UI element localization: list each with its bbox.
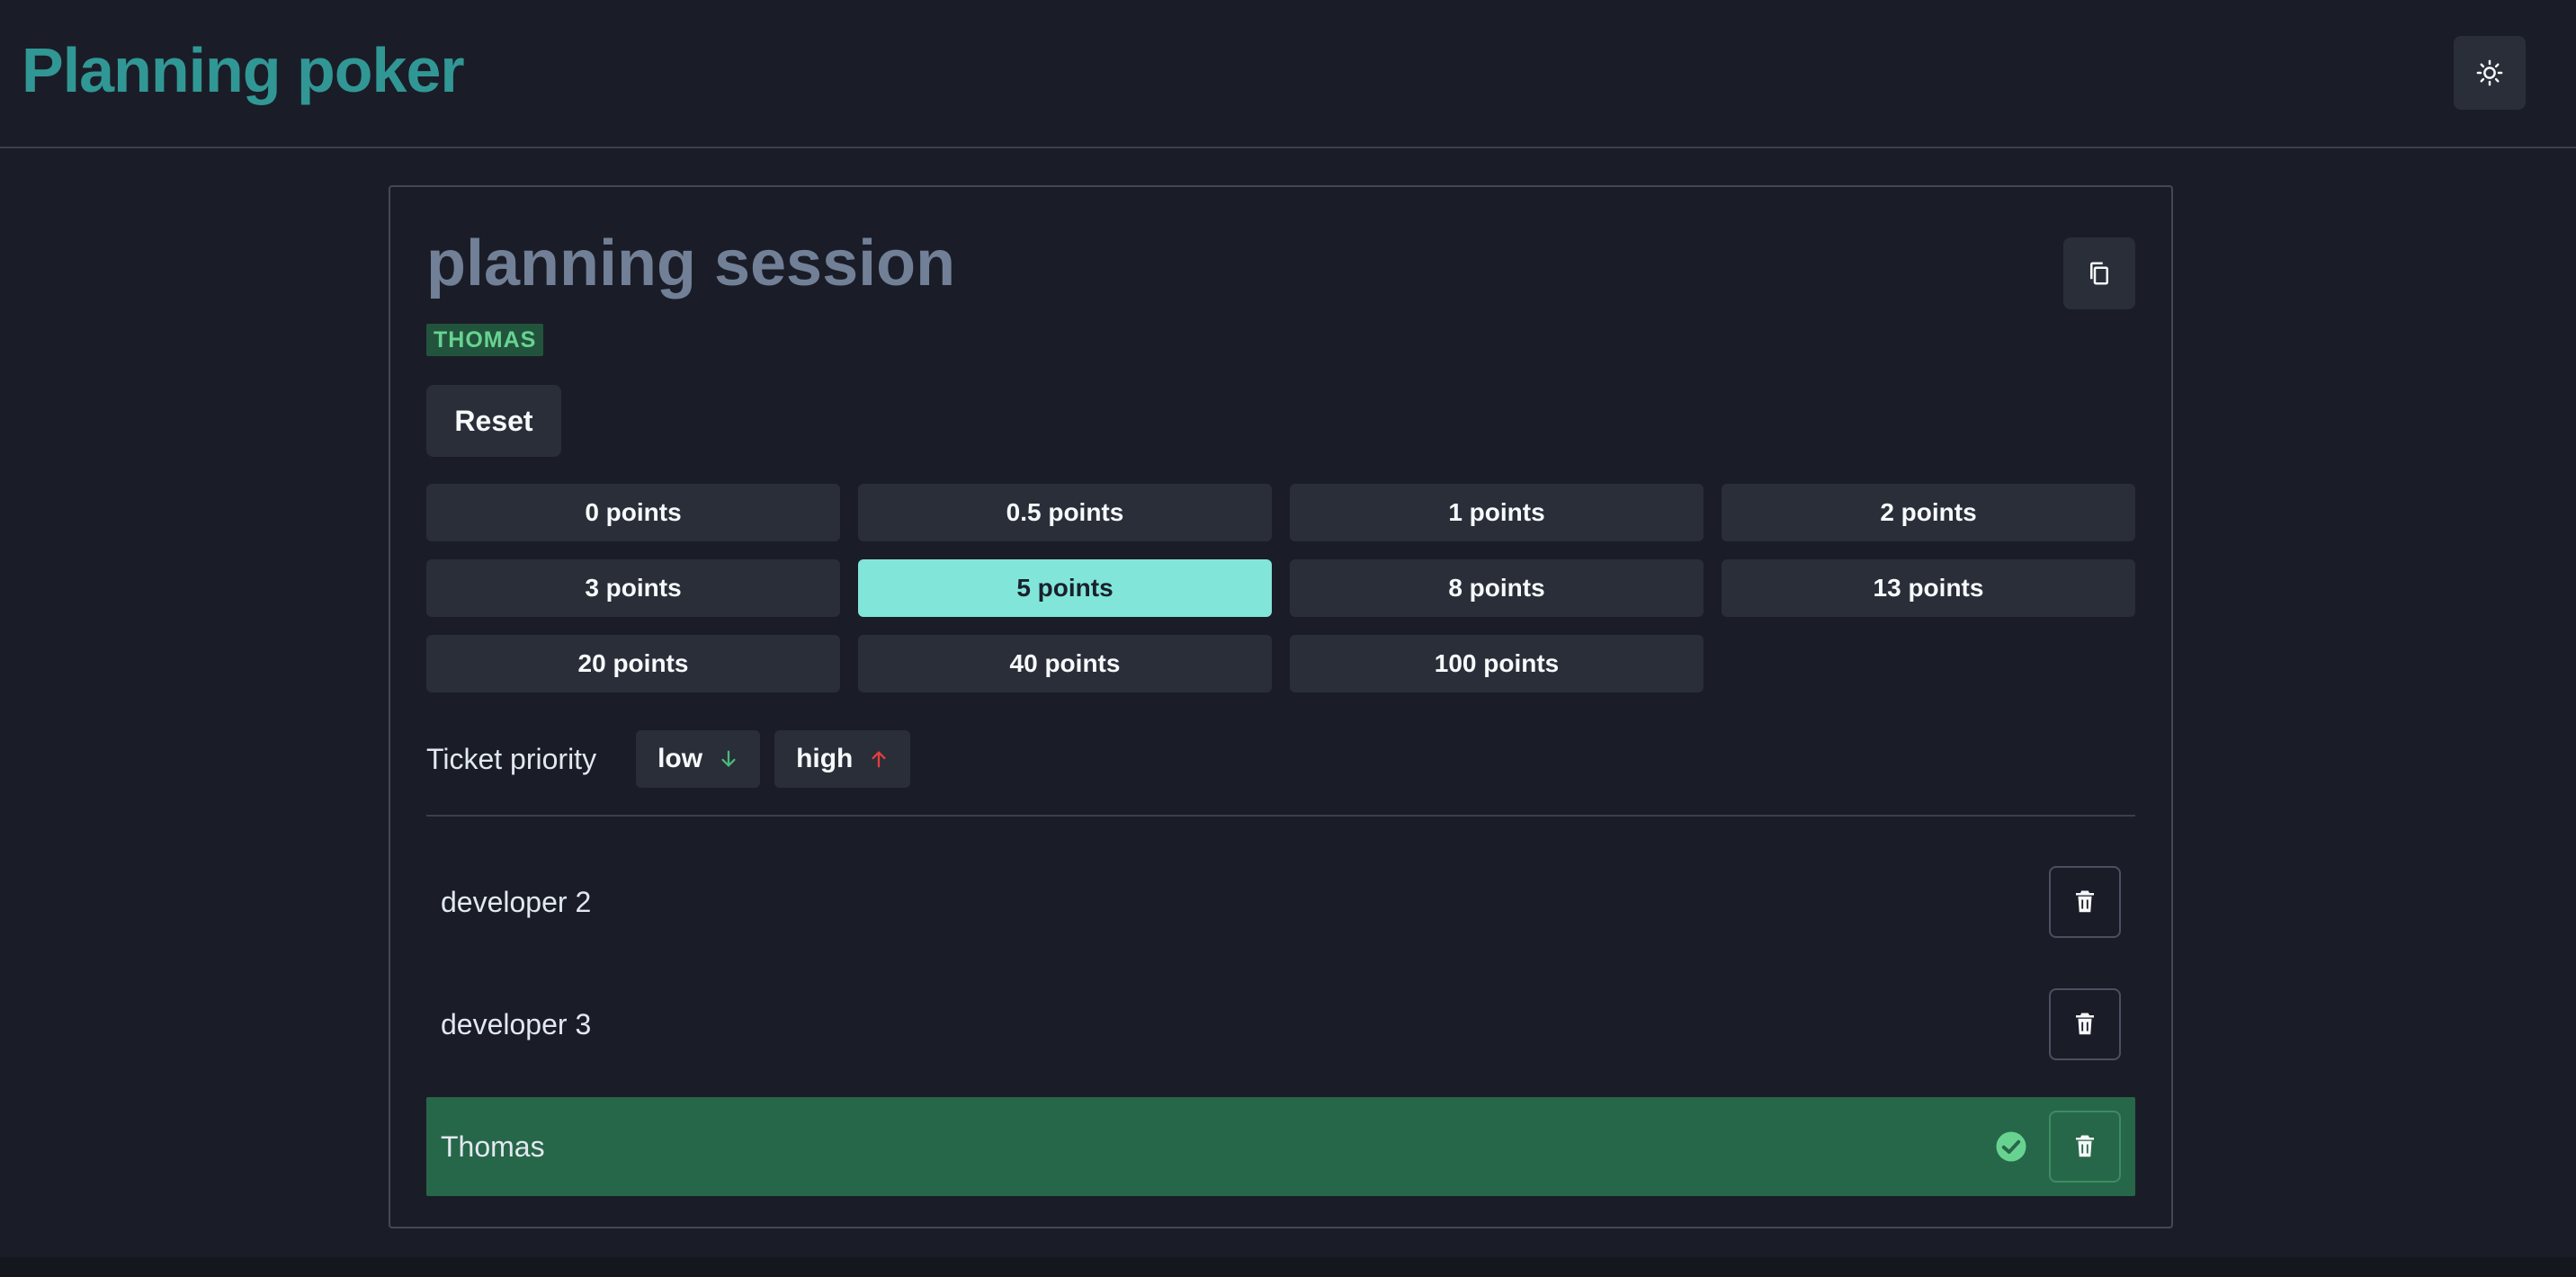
session-card: planning session THOMAS Reset 0 points 0.… — [389, 185, 2173, 1228]
app-header: Planning poker — [0, 0, 2576, 148]
points-button[interactable]: 40 points — [858, 635, 1272, 692]
priority-low-button[interactable]: low — [636, 730, 761, 788]
participant-row: Thomas — [426, 1097, 2135, 1196]
points-button[interactable]: 8 points — [1290, 559, 1704, 617]
points-grid: 0 points 0.5 points 1 points 2 points 3 poin… — [426, 484, 2135, 692]
points-button[interactable]: 3 points — [426, 559, 840, 617]
points-button[interactable]: 20 points — [426, 635, 840, 692]
trash-icon — [2071, 1132, 2098, 1161]
points-button[interactable]: 100 points — [1290, 635, 1704, 692]
participant-row: developer 3 — [426, 975, 2135, 1074]
sun-icon — [2476, 59, 2503, 86]
app-title: Planning poker — [22, 35, 465, 105]
arrow-up-icon — [869, 748, 889, 770]
delete-participant-button[interactable] — [2049, 866, 2121, 938]
points-button[interactable]: 2 points — [1722, 484, 2135, 541]
ticket-priority-label: Ticket priority — [426, 742, 597, 775]
trash-icon — [2071, 888, 2098, 916]
reset-button[interactable]: Reset — [426, 385, 561, 457]
ticket-priority-row: Ticket priority low high — [426, 730, 925, 788]
session-title: planning session — [426, 228, 956, 299]
priority-high-label: high — [796, 744, 854, 773]
points-button[interactable]: 1 points — [1290, 484, 1704, 541]
participant-name: Thomas — [441, 1130, 545, 1163]
theme-toggle-button[interactable] — [2454, 36, 2526, 110]
participant-name: developer 3 — [441, 1007, 592, 1040]
copy-icon — [2090, 262, 2108, 285]
delete-participant-button[interactable] — [2049, 988, 2121, 1060]
delete-participant-button[interactable] — [2049, 1111, 2121, 1183]
copy-link-button[interactable] — [2063, 237, 2135, 309]
points-button[interactable]: 0 points — [426, 484, 840, 541]
priority-high-button[interactable]: high — [774, 730, 911, 788]
participant-row: developer 2 — [426, 853, 2135, 951]
user-badge: THOMAS — [426, 324, 544, 356]
points-button[interactable]: 0.5 points — [858, 484, 1272, 541]
footer-strip — [0, 1257, 2576, 1277]
divider — [426, 815, 2135, 817]
trash-icon — [2071, 1010, 2098, 1039]
priority-low-label: low — [657, 744, 703, 773]
points-button[interactable]: 5 points — [858, 559, 1272, 617]
participant-name: developer 2 — [441, 885, 592, 918]
check-circle-icon — [1995, 1130, 2027, 1163]
arrow-down-icon — [719, 748, 738, 770]
points-button[interactable]: 13 points — [1722, 559, 2135, 617]
